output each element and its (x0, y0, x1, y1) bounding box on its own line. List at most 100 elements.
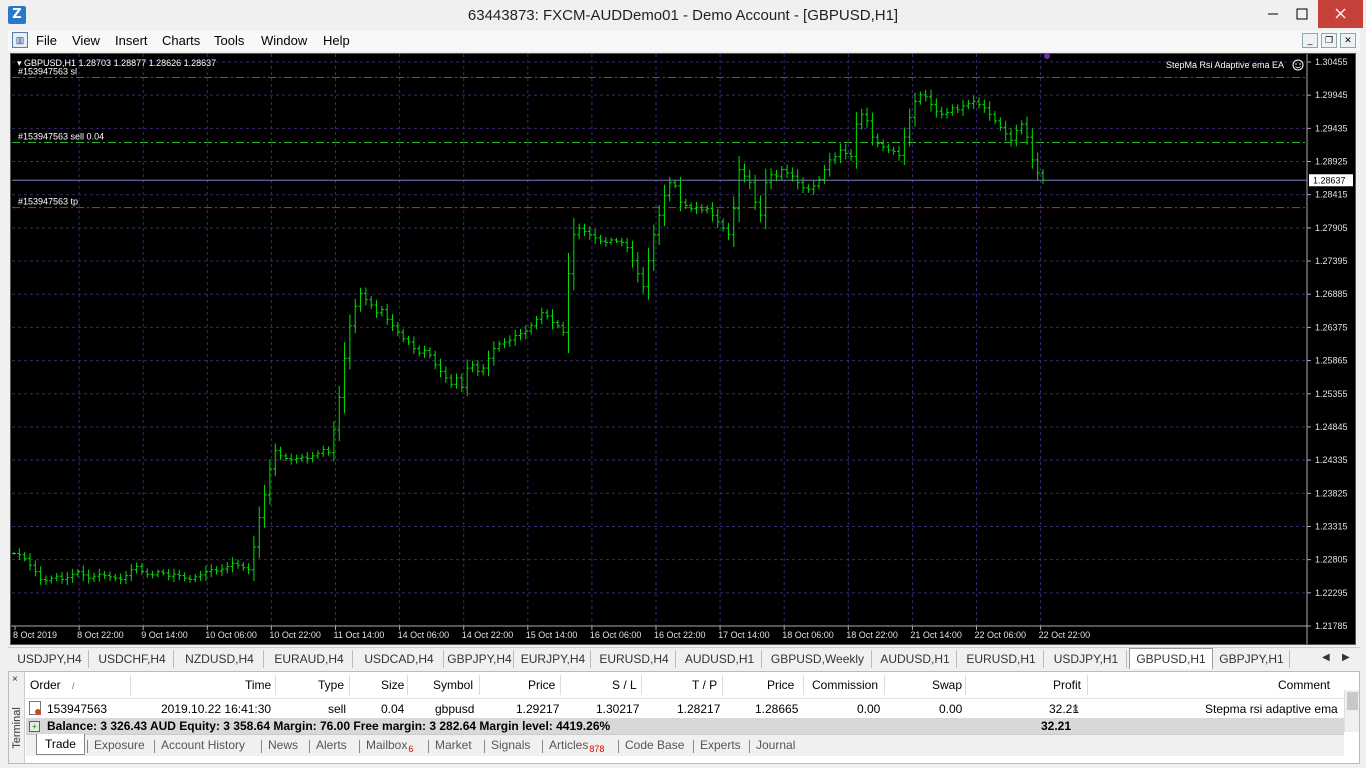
close-icon (1335, 8, 1346, 19)
x-tick-label: 11 Oct 14:00 (334, 630, 385, 640)
col-sep (275, 675, 276, 695)
chart-window-icon[interactable]: ▥ (12, 32, 28, 48)
terminal-tab-trade[interactable]: Trade (36, 734, 85, 755)
symbol-tab[interactable]: GBPUSD,H1 (1129, 648, 1213, 669)
y-tick-label: 1.22295 (1315, 588, 1348, 598)
terminal-tab-exposure[interactable]: Exposure (94, 738, 145, 752)
terminal-tab-mailbox[interactable]: Mailbox6 (366, 738, 413, 754)
order-label: #153947563 sell 0.04 (18, 132, 104, 142)
y-tick-label: 1.27395 (1315, 256, 1348, 266)
symbol-tab[interactable]: GBPUSD,Weekly (764, 650, 872, 668)
col-comment[interactable]: Comment (1278, 678, 1330, 692)
order-commission: 0.00 (857, 702, 881, 716)
terminal-close-button[interactable]: × (12, 674, 18, 685)
symbol-tab[interactable]: EURUSD,H1 (959, 650, 1044, 668)
x-tick-label: 8 Oct 2019 (13, 630, 57, 640)
terminal-tab-experts[interactable]: Experts (700, 738, 741, 752)
col-swap[interactable]: Swap (932, 678, 962, 692)
maximize-button[interactable] (1288, 0, 1316, 28)
minimize-icon (1268, 13, 1278, 15)
col-tp[interactable]: T / P (692, 678, 717, 692)
x-tick-label: 10 Oct 06:00 (205, 630, 257, 640)
terminal-tab-signals[interactable]: Signals (491, 738, 530, 752)
tab-separator (154, 740, 155, 753)
child-close-button[interactable]: ✕ (1340, 33, 1356, 48)
window-title: 63443873: FXCM-AUDDemo01 - Demo Account … (467, 7, 899, 24)
chevron-left-icon[interactable]: ◀ (1322, 652, 1330, 663)
symbol-tab[interactable]: USDCAD,H4 (355, 650, 444, 668)
chart-canvas[interactable]: 1.30455 1.29945 1.29435 1.28925 1.28415 1.279… (11, 54, 1355, 644)
x-tick-label: 22 Oct 06:00 (975, 630, 1027, 640)
col-size[interactable]: Size (381, 678, 404, 692)
col-time[interactable]: Time (245, 678, 271, 692)
terminal-tab-articles[interactable]: Articles878 (549, 738, 604, 754)
symbol-tab[interactable]: AUDUSD,H1 (874, 650, 957, 668)
col-symbol[interactable]: Symbol (433, 678, 473, 692)
menu-insert[interactable]: Insert (115, 33, 148, 48)
terminal-tab-journal[interactable]: Journal (756, 738, 795, 752)
col-profit[interactable]: Profit (1053, 678, 1081, 692)
symbol-tab[interactable]: NZDUSD,H4 (176, 650, 264, 668)
x-tick-label: 15 Oct 14:00 (526, 630, 578, 640)
y-tick-label: 1.26375 (1315, 322, 1348, 332)
close-order-button[interactable]: × (1072, 702, 1079, 716)
col-commission[interactable]: Commission (812, 678, 878, 692)
terminal-tab-alerts[interactable]: Alerts (316, 738, 347, 752)
price-chart[interactable]: 1.30455 1.29945 1.29435 1.28925 1.28415 1.279… (10, 53, 1356, 645)
col-current-price[interactable]: Price (767, 678, 794, 692)
menu-charts[interactable]: Charts (162, 33, 200, 48)
symbol-tab[interactable]: USDCHF,H4 (91, 650, 174, 668)
child-minimize-button[interactable]: _ (1302, 33, 1318, 48)
child-restore-button[interactable]: ❐ (1321, 33, 1337, 48)
symbol-tab[interactable]: GBPJPY,H4 (446, 650, 514, 668)
terminal-tab-market[interactable]: Market (435, 738, 472, 752)
title-bar: Z 63443873: FXCM-AUDDemo01 - Demo Accoun… (0, 0, 1366, 31)
menu-bar: ▥ File View Insert Charts Tools Window H… (8, 31, 1360, 51)
total-profit: 32.21 (1041, 719, 1072, 733)
symbol-tab[interactable]: EURAUD,H4 (266, 650, 353, 668)
minimize-button[interactable] (1258, 0, 1288, 28)
tab-label: Exposure (94, 738, 145, 752)
symbol-tab[interactable]: GBPJPY,H1 (1214, 650, 1290, 668)
menu-view[interactable]: View (72, 33, 100, 48)
tab-label: Signals (491, 738, 531, 752)
close-button[interactable] (1318, 0, 1363, 28)
menu-tools[interactable]: Tools (214, 33, 244, 48)
menu-help[interactable]: Help (323, 33, 350, 48)
col-sep (130, 675, 131, 695)
symbol-tab[interactable]: USDJPY,H4 (11, 650, 89, 668)
order-open-price: 1.29217 (516, 702, 560, 716)
tab-separator (309, 740, 310, 753)
tab-label: News (268, 738, 299, 752)
menu-window[interactable]: Window (261, 33, 307, 48)
y-tick-label: 1.26885 (1315, 289, 1348, 299)
menu-file[interactable]: File (36, 33, 57, 48)
y-tick-label: 1.25355 (1315, 389, 1348, 399)
scrollbar-thumb[interactable] (1347, 692, 1358, 710)
x-tick-label: 9 Oct 14:00 (141, 630, 188, 640)
terminal-scrollbar[interactable] (1344, 690, 1359, 732)
smiley-eye (1299, 63, 1301, 65)
col-type[interactable]: Type (318, 678, 344, 692)
terminal-tab-code-base[interactable]: Code Base (625, 738, 684, 752)
col-sep (641, 675, 642, 695)
order-sl[interactable]: 1.30217 (596, 702, 639, 716)
order-tp[interactable]: 1.28217 (677, 702, 720, 716)
order-id[interactable]: 153947563 (47, 702, 107, 716)
col-sl[interactable]: S / L (612, 678, 637, 692)
symbol-tab[interactable]: EURUSD,H4 (593, 650, 676, 668)
col-sep (965, 675, 966, 695)
col-sep (349, 675, 350, 695)
symbol-tab[interactable]: EURJPY,H4 (516, 650, 591, 668)
symbol-tab[interactable]: USDJPY,H1 (1046, 650, 1127, 668)
col-sep (1087, 675, 1088, 695)
symbol-tab[interactable]: AUDUSD,H1 (678, 650, 762, 668)
terminal-tab-news[interactable]: News (268, 738, 298, 752)
terminal-panel: × Terminal Order / Time Type Size Symbol… (8, 671, 1360, 764)
sort-indicator: / (72, 681, 75, 691)
terminal-tab-account-history[interactable]: Account History (161, 738, 245, 752)
tab-label: Experts (700, 738, 741, 752)
col-price[interactable]: Price (528, 678, 555, 692)
col-order[interactable]: Order (30, 678, 61, 692)
chevron-right-icon[interactable]: ▶ (1342, 652, 1350, 663)
